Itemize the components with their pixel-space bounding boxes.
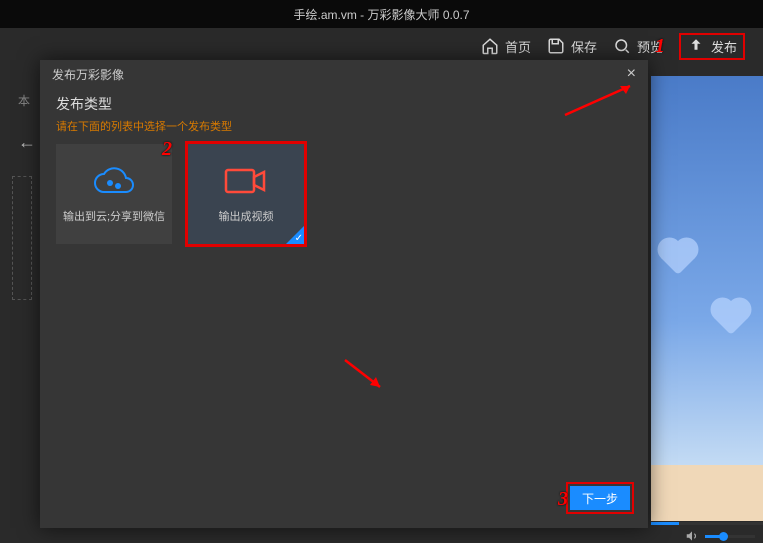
dashed-placeholder xyxy=(12,176,32,300)
cloud-icon xyxy=(92,164,136,198)
home-button[interactable]: 首页 xyxy=(481,37,531,56)
home-label: 首页 xyxy=(505,37,531,56)
volume-slider[interactable] xyxy=(705,535,755,538)
annotation-marker-3: 3 xyxy=(558,488,568,511)
save-label: 保存 xyxy=(571,37,597,56)
annotation-arrow xyxy=(340,355,390,395)
option-video-label: 输出成视频 xyxy=(219,208,274,224)
progress-bar[interactable] xyxy=(651,522,763,525)
home-icon xyxy=(481,37,499,55)
annotation-marker-1: 1 xyxy=(655,35,665,58)
preview-icon xyxy=(613,37,631,55)
option-cloud[interactable]: 输出到云;分享到微信 xyxy=(56,144,172,244)
volume-control[interactable] xyxy=(685,529,755,543)
section-hint: 请在下面的列表中选择一个发布类型 xyxy=(56,118,632,134)
window-title: 手绘.am.vm - 万彩影像大师 0.0.7 xyxy=(0,8,763,28)
annotation-arrow xyxy=(560,80,640,120)
publish-label: 发布 xyxy=(711,37,737,56)
heart-icon xyxy=(714,301,748,335)
speaker-icon xyxy=(685,529,699,543)
dialog-title: 发布万彩影像 xyxy=(52,66,124,83)
save-icon xyxy=(547,37,565,55)
left-hint: 本 xyxy=(18,92,30,109)
option-video[interactable]: 输出成视频 xyxy=(188,144,304,244)
preview-panel xyxy=(651,76,763,521)
video-icon xyxy=(222,164,270,198)
dialog-header: 发布万彩影像 × xyxy=(40,60,648,88)
publish-dialog: 发布万彩影像 × 发布类型 请在下面的列表中选择一个发布类型 输出到云;分享到微… xyxy=(40,60,648,528)
upload-icon xyxy=(687,37,705,55)
section-title: 发布类型 xyxy=(56,94,632,114)
heart-icon xyxy=(661,241,695,275)
next-button[interactable]: 下一步 xyxy=(570,486,630,510)
option-cloud-label: 输出到云;分享到微信 xyxy=(63,208,165,224)
menu-bar: 首页 保存 预览 发布 xyxy=(0,28,763,64)
publish-button[interactable]: 发布 xyxy=(679,33,745,60)
annotation-marker-2: 2 xyxy=(162,138,172,161)
check-icon xyxy=(286,226,304,244)
save-button[interactable]: 保存 xyxy=(547,37,597,56)
back-arrow-icon[interactable]: ← xyxy=(18,132,36,153)
